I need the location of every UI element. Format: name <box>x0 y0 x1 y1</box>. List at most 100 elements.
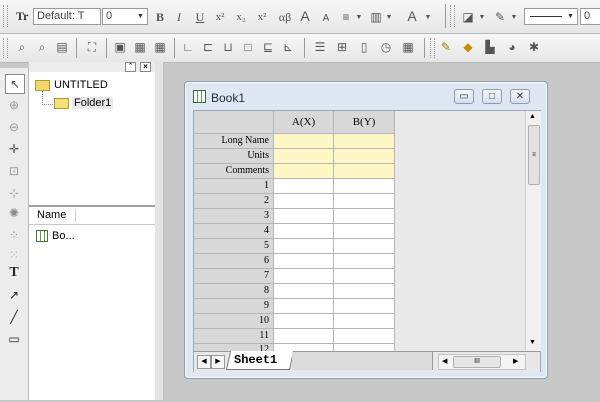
minimize-button[interactable]: ▭ <box>454 89 474 104</box>
data-cell[interactable] <box>334 209 395 224</box>
layer-grid-icon[interactable]: ▦ <box>132 39 148 55</box>
data-cell[interactable] <box>334 179 395 194</box>
data-cell[interactable] <box>334 194 395 209</box>
screen-reader-icon[interactable]: ✛ <box>5 140 23 158</box>
greek-button[interactable]: αβ <box>275 9 295 25</box>
corner-cell[interactable] <box>194 111 274 134</box>
long-name-cell[interactable] <box>334 134 395 149</box>
zoom-out-icon[interactable]: ⌕ <box>34 39 50 55</box>
list-header[interactable]: Name <box>29 207 155 225</box>
data-cell[interactable] <box>334 329 395 344</box>
data-cell[interactable] <box>274 269 334 284</box>
pointer-icon[interactable]: ↖ <box>5 74 25 94</box>
axis-double-icon[interactable]: ⊑ <box>260 39 276 55</box>
italic-button[interactable]: I <box>171 9 187 25</box>
arrow-tool-icon[interactable]: ↗ <box>5 286 23 304</box>
increase-font-button[interactable]: A <box>297 8 313 24</box>
data-selector-icon[interactable]: ⊡ <box>5 162 23 180</box>
units-cell[interactable] <box>274 149 334 164</box>
text-tool-icon[interactable]: T <box>5 264 23 282</box>
cube-icon[interactable]: ◆ <box>460 39 476 55</box>
chevron-down-icon[interactable]: ▼ <box>478 9 486 25</box>
chevron-down-icon[interactable]: ▼ <box>565 10 576 23</box>
tree-child[interactable]: Folder1 <box>54 97 114 109</box>
font-name-dropdown[interactable]: Default: T <box>33 8 101 25</box>
chevron-down-icon[interactable]: ▼ <box>135 10 146 23</box>
data-reader-icon[interactable]: ⊹ <box>5 184 23 202</box>
close-button[interactable]: ✕ <box>510 89 530 104</box>
font-color-icon[interactable]: A <box>404 8 420 24</box>
data-cell[interactable] <box>274 299 334 314</box>
underline-button[interactable]: U <box>192 9 208 25</box>
chevron-down-icon[interactable]: ▼ <box>424 9 432 25</box>
row-header[interactable]: 11 <box>194 329 274 344</box>
fill-color-icon[interactable]: ◪ <box>460 9 476 25</box>
toolbar-grip[interactable] <box>3 5 8 27</box>
bold-button[interactable]: B <box>152 9 168 25</box>
row-header[interactable]: 1 <box>194 179 274 194</box>
ungroup-icon[interactable]: ✱ <box>526 39 542 55</box>
axis-bracket-icon[interactable]: ⊏ <box>200 39 216 55</box>
chevron-down-icon[interactable]: ▼ <box>510 9 518 25</box>
row-header[interactable]: 6 <box>194 254 274 269</box>
region-icon[interactable]: ⁙ <box>5 246 23 264</box>
long-name-cell[interactable] <box>274 134 334 149</box>
data-cell[interactable] <box>334 284 395 299</box>
data-cell[interactable] <box>274 224 334 239</box>
row-header[interactable]: 7 <box>194 269 274 284</box>
data-cell[interactable] <box>274 194 334 209</box>
horizontal-scrollbar[interactable]: ◀ III ▶ <box>438 354 526 370</box>
chevron-down-icon[interactable]: ▼ <box>355 9 363 25</box>
clock-icon[interactable]: ◷ <box>378 39 394 55</box>
align-icon[interactable]: ≡ <box>338 9 354 25</box>
row-header[interactable]: 8 <box>194 284 274 299</box>
row-header[interactable]: 3 <box>194 209 274 224</box>
line-width-dropdown[interactable]: 0 <box>580 8 600 25</box>
line-tool-icon[interactable]: ╱ <box>5 308 23 326</box>
zoom-out-icon[interactable]: ⊖ <box>5 118 23 136</box>
data-cell[interactable] <box>334 314 395 329</box>
toolbar-grip[interactable] <box>3 38 8 58</box>
scroll-left-icon[interactable]: ◀ <box>442 357 447 365</box>
page-icon[interactable]: ▤ <box>54 39 70 55</box>
tree-root[interactable]: UNTITLED <box>35 79 108 91</box>
comments-cell[interactable] <box>334 164 395 179</box>
row-header[interactable]: 10 <box>194 314 274 329</box>
axis-box-icon[interactable]: □ <box>240 39 256 55</box>
row-header-comments[interactable]: Comments <box>194 164 274 179</box>
toolbar-grip[interactable] <box>430 38 435 58</box>
row-header[interactable]: 2 <box>194 194 274 209</box>
move-front-icon[interactable]: ▙ <box>482 39 498 55</box>
data-cell[interactable] <box>334 269 395 284</box>
data-cell[interactable] <box>274 239 334 254</box>
line-color-icon[interactable]: ✎ <box>492 9 508 25</box>
zoom-tool-icon[interactable]: ⌕ <box>14 39 30 55</box>
data-cell[interactable] <box>334 299 395 314</box>
data-cell[interactable] <box>334 254 395 269</box>
pencil-icon[interactable]: ✎ <box>438 39 454 55</box>
list-item[interactable]: Bo... <box>36 230 75 242</box>
column-header[interactable]: B(Y) <box>334 111 395 134</box>
chevron-down-icon[interactable]: ▼ <box>385 9 393 25</box>
row-header[interactable]: 4 <box>194 224 274 239</box>
panel-splitter[interactable] <box>155 62 164 400</box>
row-header[interactable]: 5 <box>194 239 274 254</box>
supersub-button[interactable]: x² <box>254 9 270 25</box>
scroll-right-icon[interactable]: ▶ <box>513 357 518 365</box>
list-icon[interactable]: ☰ <box>312 39 328 55</box>
line-style-dropdown[interactable]: ▼ <box>524 8 578 25</box>
zoom-in-icon[interactable]: ⊕ <box>5 96 23 114</box>
scrollbar-thumb[interactable]: ≡ <box>528 125 540 185</box>
axis-u-icon[interactable]: ⊔ <box>220 39 236 55</box>
scroll-down-icon[interactable]: ▼ <box>529 339 536 346</box>
scale-icon[interactable]: ⛶ <box>84 39 100 55</box>
data-cell[interactable] <box>274 284 334 299</box>
mask-icon[interactable]: ✺ <box>5 204 23 222</box>
data-cell[interactable] <box>274 209 334 224</box>
subscript-button[interactable]: x₂ <box>233 9 249 25</box>
page-layout-icon[interactable]: ▯ <box>356 39 372 55</box>
row-header-long-name[interactable]: Long Name <box>194 134 274 149</box>
draw-data-icon[interactable]: ⁘ <box>5 226 23 244</box>
data-cell[interactable] <box>274 254 334 269</box>
superscript-button[interactable]: x² <box>212 9 228 25</box>
